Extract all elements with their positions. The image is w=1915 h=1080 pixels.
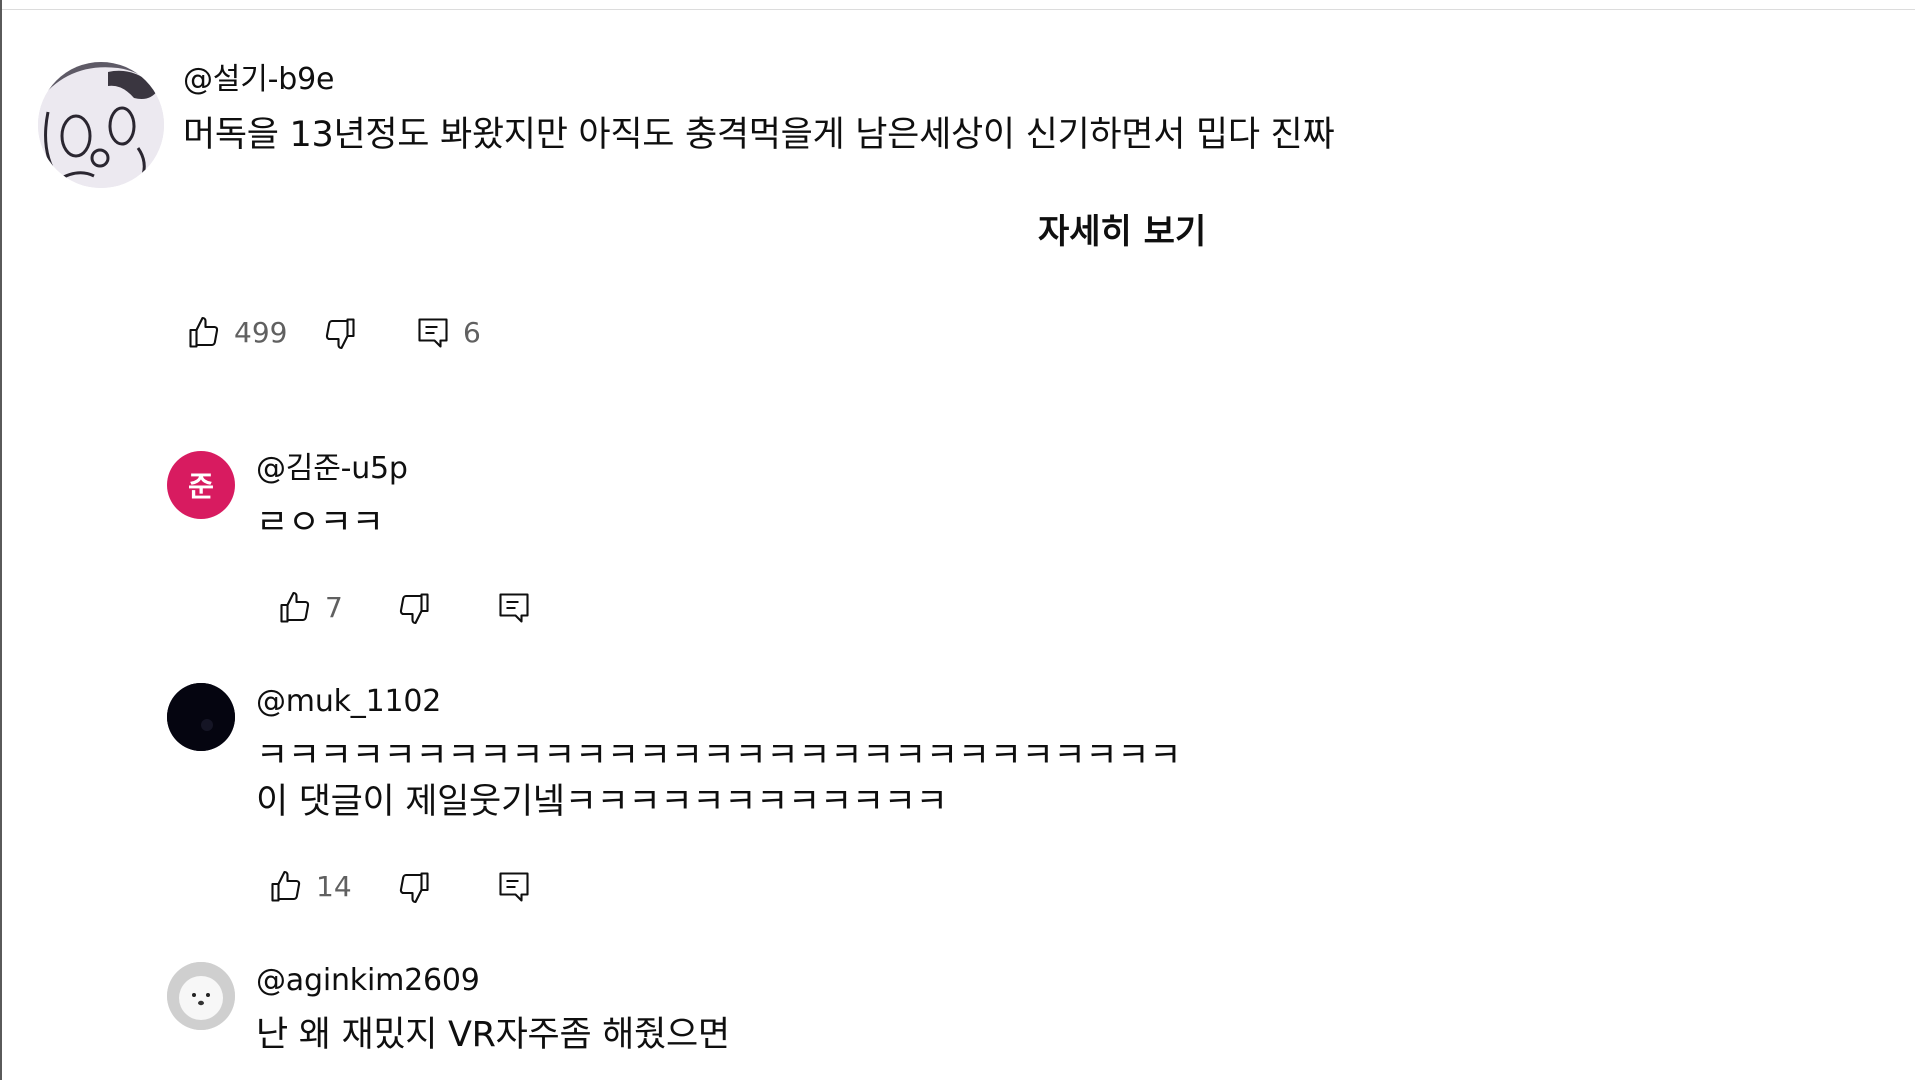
thumbs-up-icon bbox=[271, 870, 301, 902]
comment-text: 머독을 13년정도 봐왔지만 아직도 충격먹을게 남은세상이 신기하면서 밉다 … bbox=[183, 115, 1335, 155]
reply-count: 6 bbox=[463, 316, 481, 349]
avatar[interactable]: 준 bbox=[167, 451, 235, 519]
comment-author[interactable]: @김준-u5p bbox=[256, 451, 408, 487]
reply-button[interactable] bbox=[496, 588, 532, 628]
read-more-button[interactable]: 자세히 보기 bbox=[1038, 212, 1206, 252]
top-divider bbox=[2, 9, 1915, 10]
white-dog-avatar-icon bbox=[167, 962, 235, 1030]
like-count: 14 bbox=[316, 870, 352, 903]
avatar[interactable] bbox=[38, 62, 164, 188]
comment-text: 난 왜 재밌지 VR자주좀 해줬으면 bbox=[256, 1015, 730, 1055]
like-button[interactable]: 499 bbox=[186, 313, 287, 353]
comment-author[interactable]: @aginkim2609 bbox=[256, 963, 480, 999]
avatar-letter: 준 bbox=[188, 470, 214, 503]
dislike-button[interactable] bbox=[396, 867, 432, 907]
reply-icon bbox=[499, 872, 529, 902]
like-button[interactable]: 14 bbox=[268, 867, 352, 907]
thumbs-up-icon bbox=[189, 316, 219, 348]
comment-author[interactable]: @설기-b9e bbox=[183, 62, 334, 98]
dislike-button[interactable] bbox=[322, 313, 358, 353]
dislike-button[interactable] bbox=[396, 588, 432, 628]
cat-doodle-avatar-icon bbox=[38, 62, 164, 188]
reply-icon bbox=[499, 593, 529, 623]
like-count: 499 bbox=[234, 316, 288, 349]
avatar[interactable] bbox=[167, 683, 235, 751]
comment-text: ㄹㅇㅋㅋ bbox=[256, 503, 384, 543]
reply-icon bbox=[418, 318, 448, 348]
thumbs-down-icon bbox=[399, 872, 429, 904]
like-count: 7 bbox=[325, 591, 343, 624]
comment-text: 이 댓글이 제일웃기넼ㅋㅋㅋㅋㅋㅋㅋㅋㅋㅋㅋㅋ bbox=[256, 782, 948, 822]
like-button[interactable]: 7 bbox=[277, 588, 343, 628]
avatar[interactable] bbox=[167, 962, 235, 1030]
thumbs-down-icon bbox=[325, 318, 355, 350]
comments-panel: @설기-b9e 머독을 13년정도 봐왔지만 아직도 충격먹을게 남은세상이 신… bbox=[0, 0, 1915, 1080]
reply-button[interactable]: 6 bbox=[415, 313, 481, 353]
comment-text: ㅋㅋㅋㅋㅋㅋㅋㅋㅋㅋㅋㅋㅋㅋㅋㅋㅋㅋㅋㅋㅋㅋㅋㅋㅋㅋㅋㅋㅋ bbox=[256, 736, 1182, 776]
dark-avatar-icon bbox=[167, 683, 235, 751]
comment-author[interactable]: @muk_1102 bbox=[256, 684, 441, 720]
thumbs-up-icon bbox=[280, 591, 310, 623]
thumbs-down-icon bbox=[399, 593, 429, 625]
reply-button[interactable] bbox=[496, 867, 532, 907]
